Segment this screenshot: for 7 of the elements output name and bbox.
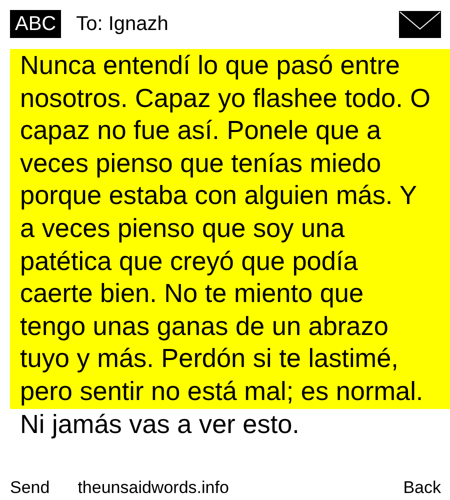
message-text: Nunca entendí lo que pasó entre nosotros. Capaz yo flashee todo. O capaz no fue así. Ponele que a veces pienso que tenías miedo porque estaba con alguien más. Y a veces pienso que soy una patética que creyó que podía caerte bien. No te miento que tengo unas ganas de un abrazo tuyo y más. Perdón si te lastimé, pero sentir no está mal; es normal. Ni jamás vas a ver esto. — [10, 49, 450, 440]
envelope-icon — [399, 10, 441, 38]
back-softkey[interactable]: Back — [403, 478, 441, 498]
site-label: theunsaidwords.info — [78, 478, 230, 498]
send-softkey[interactable]: Send — [10, 478, 50, 498]
recipient-label: To: Ignazh — [76, 12, 170, 36]
input-mode-indicator: ABC — [10, 10, 62, 38]
